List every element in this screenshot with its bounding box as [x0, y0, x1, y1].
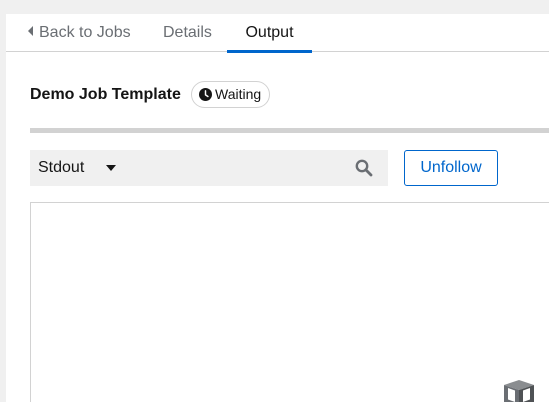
tab-output-label: Output — [245, 24, 294, 41]
clock-icon — [199, 88, 212, 101]
progress-divider — [30, 128, 549, 133]
unfollow-button[interactable]: Unfollow — [404, 150, 498, 186]
status-badge: Waiting — [191, 81, 270, 108]
tab-details[interactable]: Details — [163, 14, 212, 52]
tab-bar: Back to Jobs Details Output — [6, 14, 549, 53]
search-button[interactable] — [350, 150, 388, 186]
search-input[interactable] — [142, 150, 342, 186]
search-icon — [355, 159, 373, 177]
tab-details-label: Details — [163, 24, 212, 41]
output-body[interactable] — [30, 236, 549, 402]
tab-back-to-jobs[interactable]: Back to Jobs — [28, 14, 131, 52]
output-header — [30, 202, 549, 237]
caret-left-icon — [28, 26, 33, 36]
cube-icon — [504, 380, 534, 402]
job-output-card: Back to Jobs Details Output Demo Job Tem… — [6, 14, 549, 402]
caret-down-icon — [106, 165, 116, 171]
output-filter-label: Stdout — [38, 159, 85, 176]
output-search-bar: Stdout — [30, 150, 388, 186]
status-label: Waiting — [215, 86, 262, 102]
output-filter-select[interactable]: Stdout — [30, 150, 140, 186]
tab-back-label: Back to Jobs — [39, 24, 131, 41]
tab-output[interactable]: Output — [227, 14, 312, 53]
job-title: Demo Job Template — [30, 86, 181, 103]
